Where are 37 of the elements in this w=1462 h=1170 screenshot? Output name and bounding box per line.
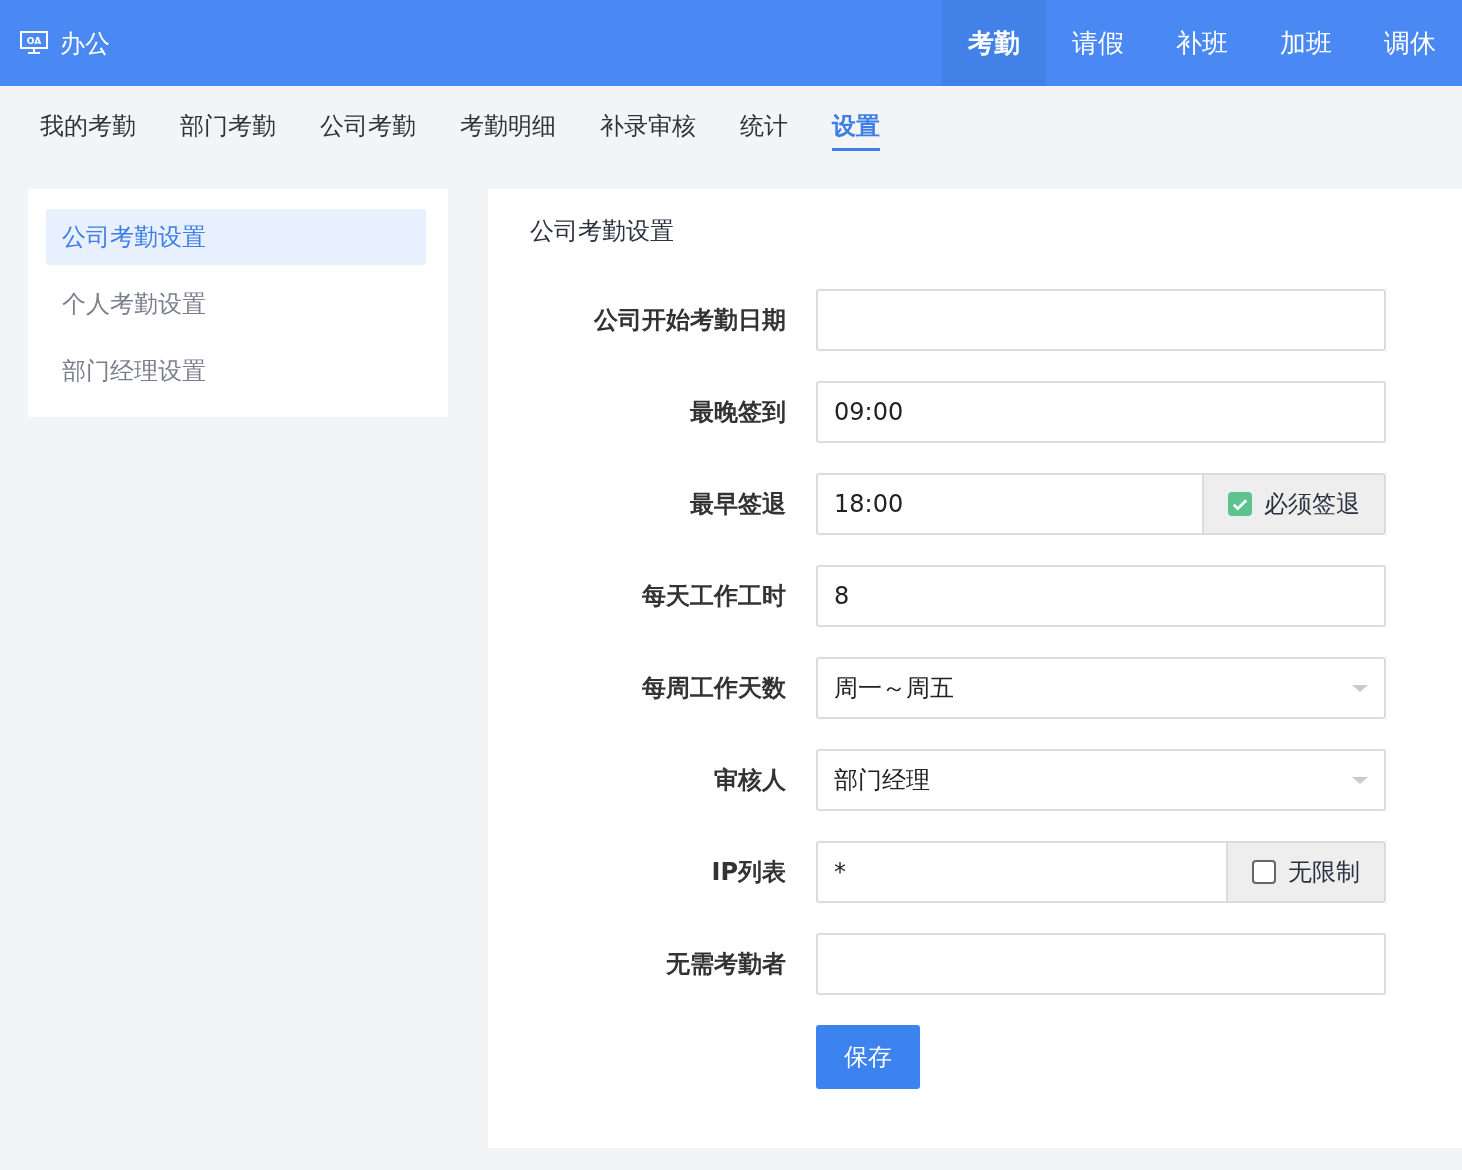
tab[interactable]: 考勤明细 xyxy=(460,108,556,154)
select-value: 周一～周五 xyxy=(834,673,954,704)
field-label: 每周工作天数 xyxy=(641,673,787,704)
caret-icon xyxy=(1352,776,1368,784)
tab[interactable]: 设置 xyxy=(832,108,880,151)
input-field[interactable]: 8 xyxy=(816,565,1386,627)
select-field[interactable]: 周一～周五 xyxy=(816,657,1386,719)
input-field[interactable]: 18:00 xyxy=(816,473,1204,535)
checkbox-option[interactable]: 无限制 xyxy=(1228,841,1386,903)
tab[interactable]: 部门考勤 xyxy=(180,108,276,154)
tab[interactable]: 我的考勤 xyxy=(40,108,136,154)
tab[interactable]: 补录审核 xyxy=(600,108,696,154)
caret-icon xyxy=(1352,684,1368,692)
field-label: 每天工作工时 xyxy=(641,581,787,612)
select-field[interactable]: 部门经理 xyxy=(816,749,1386,811)
input-field[interactable]: * xyxy=(816,841,1228,903)
sidebar-item[interactable]: 个人考勤设置 xyxy=(46,276,426,332)
app-title: 办公 xyxy=(60,27,110,60)
field-label: 无需考勤者 xyxy=(665,949,787,980)
save-button[interactable]: 保存 xyxy=(816,1025,920,1089)
checkbox-option[interactable]: 必须签退 xyxy=(1204,473,1386,535)
tab[interactable]: 公司考勤 xyxy=(320,108,416,154)
input-field[interactable] xyxy=(816,289,1386,351)
tab[interactable]: 统计 xyxy=(740,108,788,154)
field-label: IP列表 xyxy=(710,857,787,888)
nav-link[interactable]: 考勤 xyxy=(942,0,1046,86)
field-label: 公司开始考勤日期 xyxy=(592,305,787,336)
select-value: 部门经理 xyxy=(834,765,930,796)
checkbox[interactable] xyxy=(1228,492,1252,516)
field-label: 最早签退 xyxy=(689,489,787,520)
sidebar-item[interactable]: 部门经理设置 xyxy=(46,343,426,399)
input-field[interactable]: 09:00 xyxy=(816,381,1386,443)
checkbox[interactable] xyxy=(1252,860,1276,884)
field-label: 审核人 xyxy=(713,765,787,796)
input-field[interactable] xyxy=(816,933,1386,995)
field-label: 最晚签到 xyxy=(689,397,787,428)
form-title: 公司考勤设置 xyxy=(530,216,675,247)
